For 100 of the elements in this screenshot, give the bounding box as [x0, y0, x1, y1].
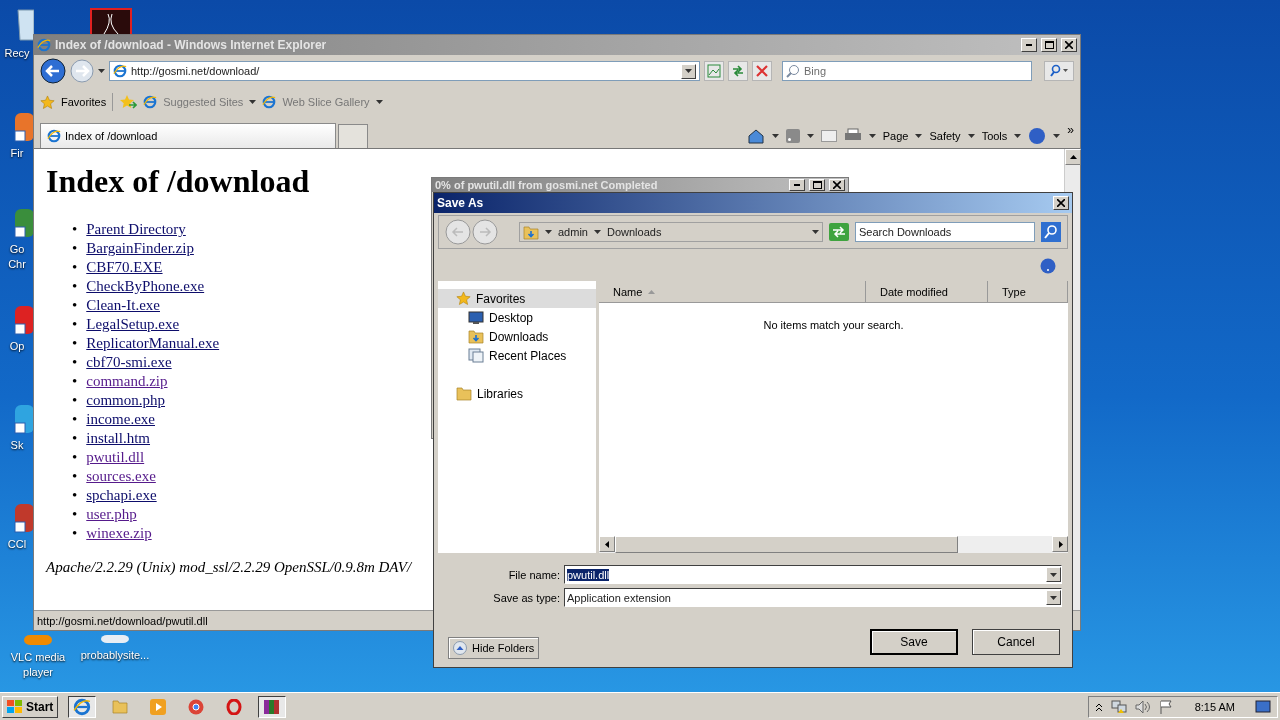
file-link[interactable]: spchapi.exe — [86, 486, 157, 505]
refresh-button[interactable] — [829, 223, 849, 241]
browser-tab[interactable]: Index of /download — [40, 123, 336, 148]
file-link[interactable]: pwutil.dll — [86, 448, 145, 467]
flag-icon[interactable] — [1158, 699, 1173, 714]
taskbar-archive-button[interactable] — [258, 695, 287, 718]
desktop-icon-label: probablysite... — [80, 648, 150, 663]
search-button[interactable] — [1044, 61, 1074, 81]
scroll-left-button[interactable] — [599, 536, 615, 552]
refresh-button[interactable] — [728, 61, 748, 81]
list-bullet: • — [72, 296, 78, 315]
feeds-icon[interactable] — [785, 128, 800, 143]
close-button[interactable] — [1061, 38, 1077, 52]
file-link[interactable]: winexe.zip — [86, 524, 152, 543]
file-link[interactable]: common.php — [86, 391, 165, 410]
save-button[interactable]: Save — [870, 629, 958, 655]
printer-icon[interactable] — [843, 128, 862, 143]
back-button[interactable] — [40, 58, 66, 84]
stop-button[interactable] — [752, 61, 772, 81]
file-link[interactable]: user.php — [86, 505, 137, 524]
close-button[interactable] — [1053, 196, 1069, 210]
caret-icon — [1050, 572, 1057, 577]
network-icon[interactable] — [1110, 699, 1127, 714]
more-commands-button[interactable]: » — [1067, 123, 1074, 137]
start-button[interactable]: Start — [2, 695, 59, 718]
command-menu[interactable]: Safety — [929, 129, 961, 142]
file-link[interactable]: sources.exe — [86, 467, 156, 486]
recycle-bin-icon[interactable] — [14, 8, 34, 42]
caret-icon — [967, 133, 975, 138]
breadcrumb-bar[interactable]: admin Downloads — [519, 222, 823, 242]
nav-item[interactable]: Downloads — [438, 327, 596, 346]
file-type-select[interactable]: Application extension — [564, 588, 1062, 607]
maximize-icon — [812, 181, 822, 189]
column-header[interactable]: Date modified — [866, 281, 988, 302]
list-bullet: • — [72, 505, 78, 524]
app-icon[interactable] — [90, 8, 132, 34]
downloads-folder-icon — [523, 224, 539, 240]
caret-icon — [771, 133, 779, 138]
list-bullet: • — [72, 315, 78, 334]
address-field[interactable]: http://gosmi.net/download/ — [109, 61, 700, 81]
scroll-up-button[interactable] — [1065, 149, 1081, 165]
address-dropdown[interactable] — [681, 63, 696, 79]
command-menu[interactable]: Tools — [981, 129, 1008, 142]
taskbar-ie-button[interactable] — [68, 695, 97, 718]
file-link[interactable]: LegalSetup.exe — [86, 315, 180, 334]
list-bullet: • — [72, 334, 78, 353]
nav-item[interactable]: Recent Places — [438, 346, 596, 365]
chevron-up-icon[interactable] — [1094, 701, 1103, 712]
home-icon[interactable] — [746, 127, 765, 144]
file-name-field[interactable]: pwutil.dll — [564, 565, 1062, 584]
file-link[interactable]: income.exe — [86, 410, 155, 429]
volume-icon[interactable] — [1134, 699, 1151, 714]
hide-folders-button[interactable]: Hide Folders — [448, 637, 540, 659]
minimize-button[interactable] — [789, 179, 805, 191]
close-icon — [833, 181, 841, 189]
compatibility-button[interactable] — [704, 61, 724, 81]
page-heading: Index of /download — [46, 163, 310, 200]
desktop-icon-label: Go Chr — [7, 242, 27, 272]
file-link[interactable]: Parent Directory — [86, 220, 186, 239]
circle-logo-icon — [188, 698, 205, 715]
caret-icon — [375, 100, 383, 104]
ie-icon — [113, 64, 127, 78]
scroll-right-button[interactable] — [1052, 536, 1068, 552]
command-menu[interactable]: Page — [882, 129, 909, 142]
search-icon — [786, 64, 800, 78]
search-button[interactable] — [1041, 222, 1061, 242]
close-icon — [756, 65, 768, 77]
file-link[interactable]: command.zip — [86, 372, 168, 391]
books-icon — [263, 698, 282, 715]
file-link[interactable]: CBF70.EXE — [86, 258, 163, 277]
caret-icon — [685, 69, 692, 73]
file-link[interactable]: install.htm — [86, 429, 150, 448]
show-desktop-button[interactable] — [1255, 699, 1271, 714]
nav-item[interactable]: Favorites — [438, 289, 596, 308]
ring-logo-icon — [226, 698, 243, 715]
list-bullet: • — [72, 410, 78, 429]
file-link[interactable]: Clean-It.exe — [86, 296, 160, 315]
cancel-button[interactable]: Cancel — [972, 629, 1060, 655]
maximize-button[interactable] — [809, 179, 825, 191]
file-link[interactable]: ReplicatorManual.exe — [86, 334, 220, 353]
file-link[interactable]: BargainFinder.zip — [86, 239, 194, 258]
close-button[interactable] — [829, 179, 845, 191]
new-tab-button[interactable] — [338, 124, 368, 148]
search-field[interactable]: Bing — [782, 61, 1032, 81]
maximize-button[interactable] — [1041, 38, 1057, 52]
favorites-button[interactable]: Favorites — [61, 96, 107, 108]
nav-item[interactable]: Libraries — [438, 384, 596, 403]
field-label: Save as type: — [492, 591, 560, 604]
column-header[interactable]: Type — [988, 281, 1068, 302]
search-field[interactable]: Search Downloads — [855, 222, 1035, 242]
file-link[interactable]: CheckByPhone.exe — [86, 277, 205, 296]
nav-item[interactable]: Desktop — [438, 308, 596, 327]
library-folder-icon — [456, 386, 472, 401]
column-header[interactable]: Name — [599, 281, 866, 302]
arrow-left-icon — [603, 540, 611, 548]
file-link[interactable]: cbf70-smi.exe — [86, 353, 172, 372]
desktop-icon-label: Fir — [10, 146, 24, 161]
play-icon — [150, 698, 167, 715]
minimize-button[interactable] — [1021, 38, 1037, 52]
monitor-icon — [468, 310, 484, 325]
